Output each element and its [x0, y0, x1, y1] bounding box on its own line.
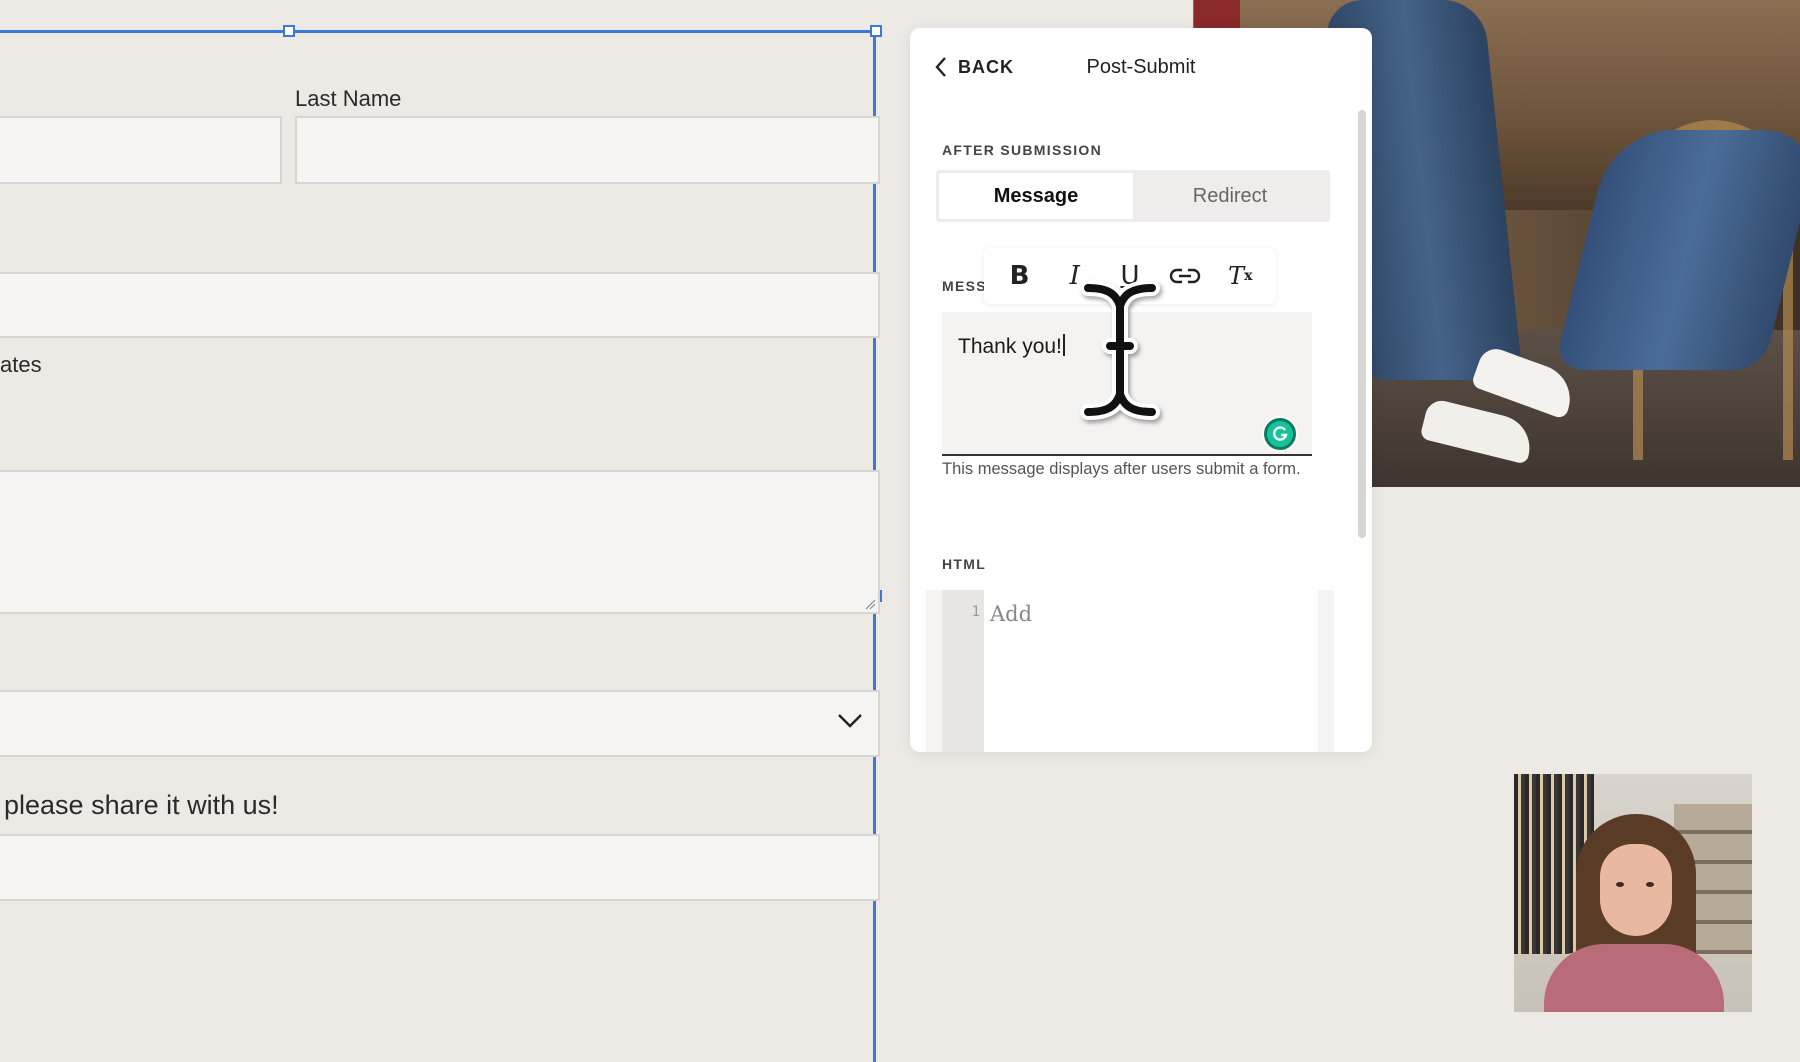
- grammarly-icon[interactable]: [1264, 418, 1296, 450]
- webcam-eye-left: [1616, 882, 1624, 887]
- link-icon[interactable]: [1165, 256, 1205, 296]
- panel-scrollbar[interactable]: [1358, 110, 1366, 538]
- clear-format-sub: x: [1244, 268, 1253, 284]
- post-submit-panel: BACK Post-Submit AFTER SUBMISSION Messag…: [910, 28, 1372, 752]
- back-label: BACK: [958, 56, 1014, 77]
- photo-red-shirt: [1194, 0, 1240, 30]
- bold-icon[interactable]: B: [1000, 256, 1040, 296]
- last-name-field[interactable]: [295, 116, 880, 184]
- code-gutter: 1: [942, 590, 984, 752]
- chevron-left-icon: [935, 57, 946, 77]
- webcam-presenter-face: [1600, 844, 1672, 936]
- share-label: please share it with us!: [4, 790, 279, 820]
- dropdown-select[interactable]: [0, 690, 880, 757]
- clear-format-glyph: T: [1228, 262, 1245, 290]
- tab-message[interactable]: Message: [939, 173, 1133, 219]
- italic-icon[interactable]: I: [1055, 256, 1095, 296]
- message-hint: This message displays after users submit…: [942, 460, 1301, 478]
- updates-label: ates: [0, 352, 42, 377]
- webcam-eye-right: [1646, 882, 1654, 887]
- grammarly-glyph: [1273, 426, 1288, 441]
- share-field[interactable]: [0, 834, 880, 901]
- after-submission-label: AFTER SUBMISSION: [942, 142, 1103, 158]
- textarea-resize-icon[interactable]: [864, 598, 876, 610]
- link-glyph: [1169, 268, 1201, 284]
- first-name-field[interactable]: [0, 116, 282, 184]
- message-label: MESS: [942, 278, 987, 294]
- chevron-down-icon: [838, 714, 862, 728]
- last-name-label: Last Name: [295, 86, 402, 111]
- editor-text-wrap: Thank you!: [958, 334, 1065, 359]
- resize-handle-top[interactable]: [283, 25, 295, 37]
- email-field[interactable]: [0, 272, 880, 338]
- message-editor[interactable]: Thank you!: [942, 312, 1312, 456]
- editor-text: Thank you!: [958, 335, 1062, 358]
- line-number: 1: [971, 604, 980, 620]
- webcam-presenter-shirt: [1544, 944, 1724, 1012]
- text-caret: [1062, 334, 1065, 356]
- html-label: HTML: [942, 556, 987, 572]
- code-body[interactable]: Add: [984, 590, 1318, 752]
- after-submission-toggle: Message Redirect: [936, 170, 1330, 222]
- code-placeholder: Add: [990, 602, 1033, 626]
- message-textarea[interactable]: [0, 470, 880, 614]
- html-code-editor[interactable]: 1 Add: [926, 590, 1334, 752]
- resize-handle-top-right[interactable]: [870, 25, 882, 37]
- underline-icon[interactable]: U: [1110, 256, 1150, 296]
- clear-format-icon[interactable]: Tx: [1220, 256, 1260, 296]
- format-toolbar: B I U Tx: [984, 248, 1276, 304]
- form-canvas: Last Name ates please share it with us!: [0, 0, 882, 1062]
- webcam-overlay: [1514, 774, 1752, 1012]
- tab-redirect[interactable]: Redirect: [1133, 173, 1327, 219]
- back-button[interactable]: BACK: [934, 56, 1014, 78]
